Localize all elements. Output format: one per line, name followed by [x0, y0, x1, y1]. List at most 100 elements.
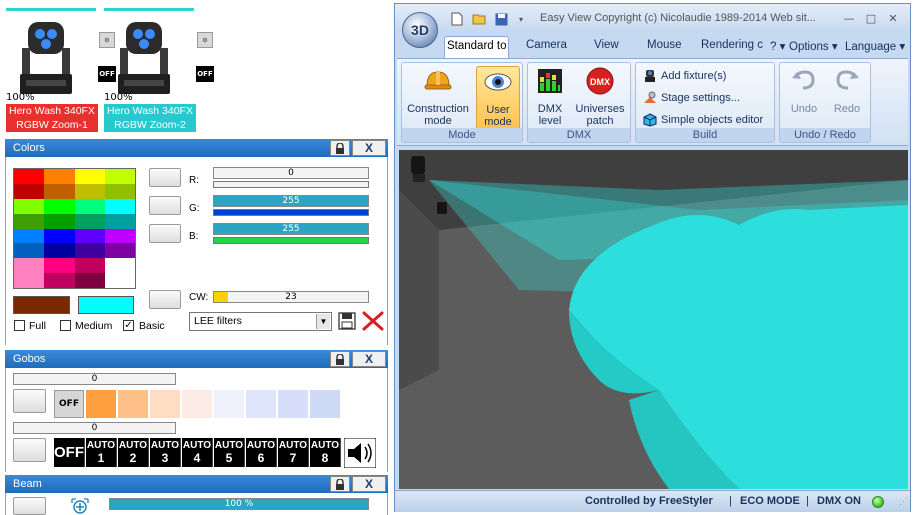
gobo-slot-1[interactable] [86, 390, 116, 418]
green-channel-button[interactable] [149, 196, 181, 215]
gobos-panel-close-button[interactable]: X [352, 351, 386, 367]
green-channel-slider[interactable] [213, 209, 369, 216]
gobo-slot-4[interactable] [182, 390, 212, 418]
close-icon[interactable]: ✕ [885, 10, 901, 26]
lock-icon[interactable] [330, 140, 350, 156]
color-swatch[interactable] [104, 243, 135, 259]
chevron-down-icon[interactable]: ▼ [316, 314, 330, 329]
gobo-wheel-1-value[interactable]: 0 [13, 373, 176, 385]
color-swatch[interactable] [14, 183, 45, 199]
color-swatch[interactable] [44, 243, 75, 259]
color-swatch[interactable] [104, 273, 135, 288]
tab-language[interactable]: Language ▾ [845, 39, 905, 53]
save-icon[interactable] [338, 312, 356, 330]
gobo-auto-button-7[interactable]: AUTO 7 [278, 438, 309, 467]
gobo-auto-button-2[interactable]: AUTO 2 [118, 438, 149, 467]
color-swatch[interactable] [44, 213, 75, 229]
gobo-auto-button-6[interactable]: AUTO 6 [246, 438, 277, 467]
color-swatch[interactable] [74, 273, 105, 288]
cw-channel-value[interactable]: 23 [213, 291, 369, 303]
simple-objects-editor-button[interactable]: Simple objects editor [643, 113, 763, 127]
color-swatch[interactable] [14, 228, 45, 244]
red-channel-button[interactable] [149, 168, 181, 187]
gobo-auto-button-1[interactable]: AUTO 1 [86, 438, 117, 467]
color-swatch[interactable] [74, 169, 105, 184]
gobo-auto-button-3[interactable]: AUTO 3 [150, 438, 181, 467]
gobo-auto-button-8[interactable]: AUTO 8 [310, 438, 341, 467]
gobo-wheel-2-value[interactable]: 0 [13, 422, 176, 434]
blue-channel-value[interactable]: 255 [213, 223, 369, 235]
tab-standard-tools[interactable]: Standard to [444, 36, 510, 58]
tab-mouse[interactable]: Mouse [647, 39, 682, 51]
color-swatch[interactable] [44, 273, 75, 288]
filter-dropdown[interactable]: LEE filters ▼ [189, 312, 332, 331]
color-swatch[interactable] [74, 183, 105, 199]
tab-camera[interactable]: Camera [526, 39, 567, 51]
color-swatch[interactable] [74, 198, 105, 214]
open-folder-icon[interactable] [471, 11, 487, 27]
gobo-off-black-button[interactable]: OFF [54, 438, 85, 467]
lock-icon[interactable] [330, 476, 350, 492]
tab-rendering[interactable]: Rendering c [701, 39, 763, 51]
gobo-slot-2[interactable] [118, 390, 148, 418]
user-mode-button[interactable]: User mode [476, 66, 520, 130]
full-checkbox[interactable] [14, 320, 25, 331]
dmx-on-status[interactable]: DMX ON [817, 495, 861, 507]
green-channel-value[interactable]: 255 [213, 195, 369, 207]
color-swatch[interactable] [104, 183, 135, 199]
fixture-1[interactable]: ⚙ OFF 100% Hero Wash 340FX RGBW Zoom-1 [6, 8, 116, 132]
resize-grip-icon[interactable]: ⋰ [899, 496, 908, 507]
help-tab[interactable]: ? ▾ [770, 39, 785, 53]
beam-button[interactable] [13, 497, 46, 515]
color-swatch[interactable] [14, 169, 45, 184]
3d-viewport[interactable] [399, 150, 908, 489]
gobo-slot-7[interactable] [278, 390, 308, 418]
color-swatch[interactable] [104, 228, 135, 244]
minimize-icon[interactable]: — [841, 10, 857, 26]
selected-color-left[interactable] [13, 296, 70, 314]
color-swatch[interactable] [44, 198, 75, 214]
beam-panel-close-button[interactable]: X [352, 476, 386, 492]
cw-channel-button[interactable] [149, 290, 181, 309]
zoom-target-icon[interactable] [70, 497, 90, 515]
gobo-off-button[interactable]: OFF [54, 390, 84, 418]
gobo-auto-button-4[interactable]: AUTO 4 [182, 438, 213, 467]
undo-button[interactable]: Undo [785, 66, 823, 130]
universes-patch-button[interactable]: DMX Universes patch [572, 66, 628, 130]
color-swatch[interactable] [44, 183, 75, 199]
redo-button[interactable]: Redo [828, 66, 866, 130]
fixture-2-settings-icon[interactable]: ⚙ [197, 32, 213, 48]
delete-icon[interactable] [362, 311, 384, 331]
eco-mode-status[interactable]: ECO MODE [740, 495, 800, 507]
color-swatch[interactable] [104, 213, 135, 229]
red-channel-value[interactable]: 0 [213, 167, 369, 179]
color-swatch[interactable] [14, 243, 45, 259]
color-swatch[interactable] [74, 258, 105, 274]
basic-checkbox[interactable]: ✓ [123, 320, 134, 331]
blue-channel-slider[interactable] [213, 237, 369, 244]
construction-mode-button[interactable]: Construction mode [405, 66, 471, 130]
color-swatch[interactable] [104, 258, 135, 274]
color-swatch[interactable] [14, 258, 45, 274]
color-swatch[interactable] [44, 228, 75, 244]
color-swatch[interactable] [14, 213, 45, 229]
selected-color-right[interactable] [78, 296, 134, 314]
color-swatch[interactable] [14, 273, 45, 288]
fixture-2[interactable]: ⚙ OFF 100% Hero Wash 340FX RGBW Zoom-2 [104, 8, 214, 132]
red-channel-slider[interactable] [213, 181, 369, 188]
color-swatch[interactable] [104, 169, 135, 184]
colors-panel-close-button[interactable]: X [352, 140, 386, 156]
gobo-slot-8[interactable] [310, 390, 340, 418]
tab-view[interactable]: View [594, 39, 619, 51]
tab-options[interactable]: Options ▾ [789, 39, 838, 53]
add-fixture-button[interactable]: Add fixture(s) [643, 69, 726, 83]
lock-icon[interactable] [330, 351, 350, 367]
dmx-level-button[interactable]: DMX level [532, 66, 568, 130]
gobo-slot-5[interactable] [214, 390, 244, 418]
color-swatch[interactable] [44, 258, 75, 274]
fixture-2-off-button[interactable]: OFF [196, 66, 214, 82]
gobo-slot-6[interactable] [246, 390, 276, 418]
color-swatch[interactable] [74, 228, 105, 244]
gobo-wheel-2-button[interactable] [13, 438, 46, 462]
gobo-auto-button-5[interactable]: AUTO 5 [214, 438, 245, 467]
